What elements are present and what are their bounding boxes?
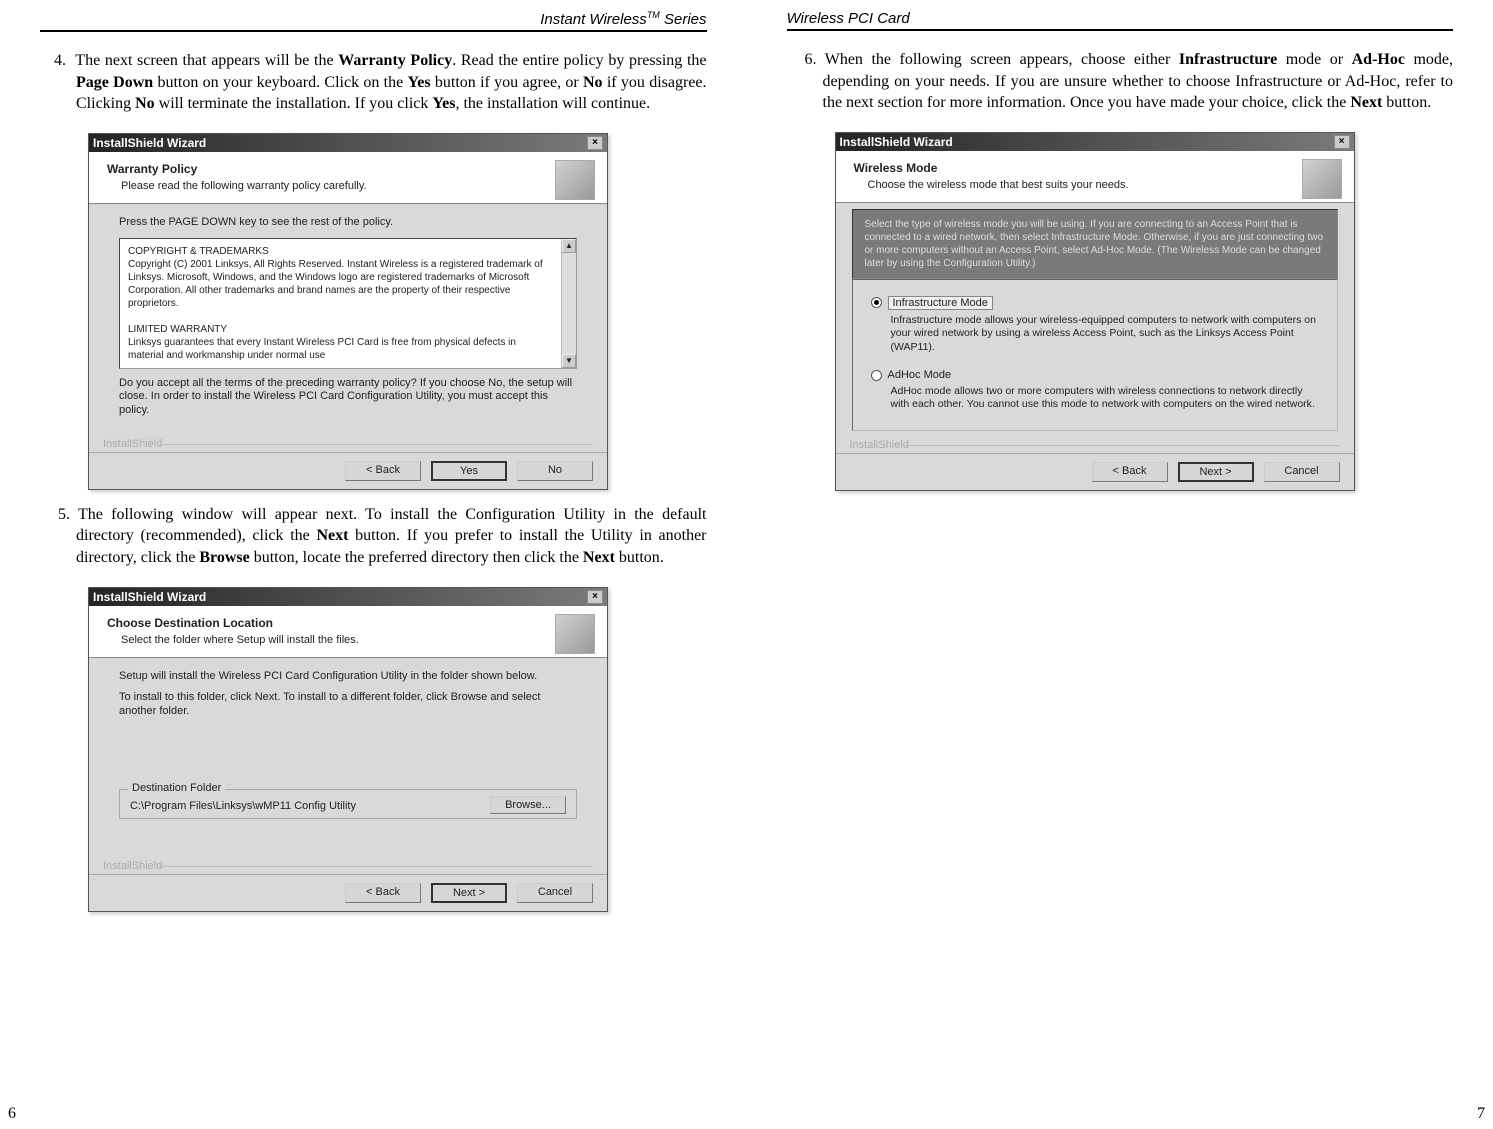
brand-label: InstallShield [89, 858, 607, 874]
groupbox-label: Destination Folder [128, 782, 225, 794]
content-area: Press the PAGE DOWN key to see the rest … [89, 204, 607, 436]
right-page: Wireless PCI Card 6. When the following … [747, 0, 1493, 1129]
page-number-left: 6 [8, 1105, 16, 1123]
warranty-window: InstallShield Wizard × Warranty Policy P… [88, 133, 608, 490]
back-button[interactable]: < Back [1092, 462, 1168, 482]
copyright-body: Copyright (C) 2001 Linksys, All Rights R… [128, 258, 550, 310]
instruction-text: Press the PAGE DOWN key to see the rest … [119, 216, 577, 230]
panel-title: Wireless Mode [854, 161, 1294, 175]
header-suffix: Series [660, 11, 707, 28]
window-title: InstallShield Wizard [840, 135, 953, 149]
titlebar[interactable]: InstallShield Wizard × [89, 588, 607, 606]
panel-subtitle: Please read the following warranty polic… [121, 180, 547, 192]
step-4: 4. The next screen that appears will be … [40, 50, 707, 115]
titlebar[interactable]: InstallShield Wizard × [89, 134, 607, 152]
top-panel: Wireless Mode Choose the wireless mode t… [836, 151, 1354, 203]
install-text-2: To install to this folder, click Next. T… [119, 691, 577, 719]
step-4-num: 4. [54, 52, 66, 69]
wireless-mode-window: InstallShield Wizard × Wireless Mode Cho… [835, 132, 1355, 491]
policy-textbox[interactable]: COPYRIGHT & TRADEMARKS Copyright (C) 200… [119, 238, 577, 369]
no-button[interactable]: No [517, 461, 593, 481]
scroll-up-icon[interactable]: ▲ [562, 239, 576, 253]
radio-adhoc[interactable] [871, 370, 882, 381]
copyright-heading: COPYRIGHT & TRADEMARKS [128, 245, 550, 258]
next-button[interactable]: Next > [1178, 462, 1254, 482]
back-button[interactable]: < Back [345, 461, 421, 481]
panel-title: Choose Destination Location [107, 616, 547, 630]
brand-label: InstallShield [836, 437, 1354, 453]
content-area: Setup will install the Wireless PCI Card… [89, 658, 607, 858]
step-6-num: 6. [805, 51, 817, 68]
window-title: InstallShield Wizard [93, 590, 206, 604]
adhoc-option[interactable]: AdHoc Mode AdHoc mode allows two or more… [867, 363, 1323, 420]
top-panel: Choose Destination Location Select the f… [89, 606, 607, 658]
button-row: < Back Next > Cancel [836, 453, 1354, 490]
brand-label: InstallShield [89, 436, 607, 452]
infrastructure-label: Infrastructure Mode [888, 296, 993, 310]
browse-button[interactable]: Browse... [490, 796, 566, 814]
destination-window: InstallShield Wizard × Choose Destinatio… [88, 587, 608, 912]
radio-panel: Infrastructure Mode Infrastructure mode … [852, 279, 1338, 431]
panel-subtitle: Choose the wireless mode that best suits… [868, 179, 1294, 191]
infrastructure-desc: Infrastructure mode allows your wireless… [891, 314, 1319, 355]
right-header: Wireless PCI Card [787, 10, 1454, 31]
adhoc-desc: AdHoc mode allows two or more computers … [891, 385, 1319, 412]
panel-title: Warranty Policy [107, 162, 547, 176]
step-5-num: 5. [58, 506, 70, 523]
wizard-icon [1302, 159, 1342, 199]
yes-button[interactable]: Yes [431, 461, 507, 481]
scrollbar[interactable]: ▲ ▼ [561, 239, 576, 368]
step-5: 5. The following window will appear next… [40, 504, 707, 569]
next-button[interactable]: Next > [431, 883, 507, 903]
content-area: Select the type of wireless mode you wil… [836, 203, 1354, 437]
close-icon[interactable]: × [587, 590, 603, 604]
install-text-1: Setup will install the Wireless PCI Card… [119, 670, 577, 684]
titlebar[interactable]: InstallShield Wizard × [836, 133, 1354, 151]
page-number-right: 7 [1477, 1105, 1485, 1123]
left-header: Instant WirelessTM Series [40, 10, 707, 32]
accept-question: Do you accept all the terms of the prece… [119, 377, 577, 418]
close-icon[interactable]: × [587, 136, 603, 150]
button-row: < Back Yes No [89, 452, 607, 489]
header-brand: Instant Wireless [540, 11, 647, 28]
button-row: < Back Next > Cancel [89, 874, 607, 911]
back-button[interactable]: < Back [345, 883, 421, 903]
panel-subtitle: Select the folder where Setup will insta… [121, 634, 547, 646]
adhoc-label: AdHoc Mode [888, 369, 952, 381]
top-panel: Warranty Policy Please read the followin… [89, 152, 607, 204]
infrastructure-option[interactable]: Infrastructure Mode Infrastructure mode … [867, 290, 1323, 363]
destination-groupbox: Destination Folder C:\Program Files\Link… [119, 789, 577, 819]
cancel-button[interactable]: Cancel [1264, 462, 1340, 482]
wizard-icon [555, 160, 595, 200]
intro-text: Select the type of wireless mode you wil… [852, 209, 1338, 279]
window-title: InstallShield Wizard [93, 136, 206, 150]
warranty-heading: LIMITED WARRANTY [128, 323, 550, 336]
cancel-button[interactable]: Cancel [517, 883, 593, 903]
left-page: Instant WirelessTM Series 4. The next sc… [0, 0, 747, 1129]
wizard-icon [555, 614, 595, 654]
radio-infrastructure[interactable] [871, 297, 882, 308]
header-tm: TM [647, 10, 660, 20]
warranty-body: Linksys guarantees that every Instant Wi… [128, 336, 550, 362]
step-6: 6. When the following screen appears, ch… [787, 49, 1454, 114]
scroll-down-icon[interactable]: ▼ [562, 354, 576, 368]
close-icon[interactable]: × [1334, 135, 1350, 149]
